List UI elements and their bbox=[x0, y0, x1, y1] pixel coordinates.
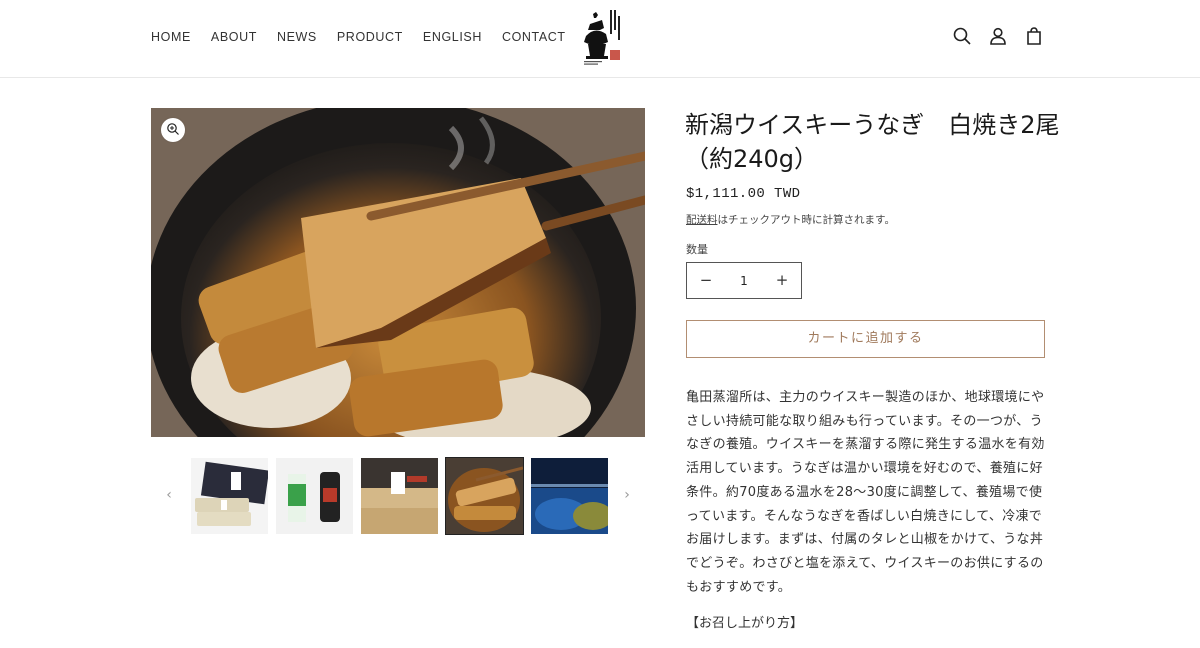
zoom-button[interactable] bbox=[161, 118, 185, 142]
nav-product[interactable]: PRODUCT bbox=[337, 30, 403, 44]
quantity-increase-button[interactable]: + bbox=[763, 263, 801, 298]
thumbnail-4[interactable] bbox=[445, 457, 524, 535]
quantity-label: 数量 bbox=[686, 243, 708, 256]
nav-contact[interactable]: CONTACT bbox=[502, 30, 566, 44]
quantity-stepper: − 1 + bbox=[686, 262, 802, 299]
header-actions bbox=[952, 26, 1044, 46]
shipping-note-text: はチェックアウト時に計算されます。 bbox=[717, 214, 895, 226]
product-description: 亀田蒸溜所は、主力のウイスキー製造のほか、地球環境にやさしい持続可能な取り組みも… bbox=[686, 390, 1045, 595]
serving-heading: 【お召し上がり方】 bbox=[686, 616, 804, 631]
zoom-icon bbox=[166, 121, 180, 140]
thumbnail-prev-button[interactable]: ‹ bbox=[161, 487, 177, 503]
thumbnail-3[interactable] bbox=[361, 458, 438, 534]
thumbnail-1[interactable] bbox=[191, 458, 268, 534]
nav-news[interactable]: NEWS bbox=[277, 30, 317, 44]
product-title: 新潟ウイスキーうなぎ 白焼き2尾（約240g） bbox=[685, 111, 1060, 173]
quantity-decrease-button[interactable]: − bbox=[687, 263, 725, 298]
quantity-input[interactable]: 1 bbox=[725, 274, 763, 288]
thumbnail-2[interactable] bbox=[276, 458, 353, 534]
add-to-cart-button[interactable]: カートに追加する bbox=[686, 320, 1045, 358]
nav-about[interactable]: ABOUT bbox=[211, 30, 257, 44]
shipping-note: 配送料はチェックアウト時に計算されます。 bbox=[686, 212, 895, 227]
thumbnail-strip bbox=[191, 457, 608, 535]
account-icon[interactable] bbox=[988, 26, 1008, 46]
thumbnail-5[interactable] bbox=[531, 458, 608, 534]
product-price: $1,111.00 TWD bbox=[686, 186, 801, 202]
thumbnail-next-button[interactable]: › bbox=[619, 487, 635, 503]
shipping-link[interactable]: 配送料 bbox=[686, 214, 718, 226]
site-header: HOME ABOUT NEWS PRODUCT ENGLISH CONTACT bbox=[0, 0, 1200, 78]
nav-home[interactable]: HOME bbox=[151, 30, 191, 44]
search-icon[interactable] bbox=[952, 26, 972, 46]
cart-icon[interactable] bbox=[1024, 26, 1044, 46]
brand-logo[interactable] bbox=[580, 6, 622, 66]
product-main-image[interactable] bbox=[151, 108, 645, 437]
nav-english[interactable]: ENGLISH bbox=[423, 30, 482, 44]
main-nav: HOME ABOUT NEWS PRODUCT ENGLISH CONTACT bbox=[151, 30, 586, 44]
